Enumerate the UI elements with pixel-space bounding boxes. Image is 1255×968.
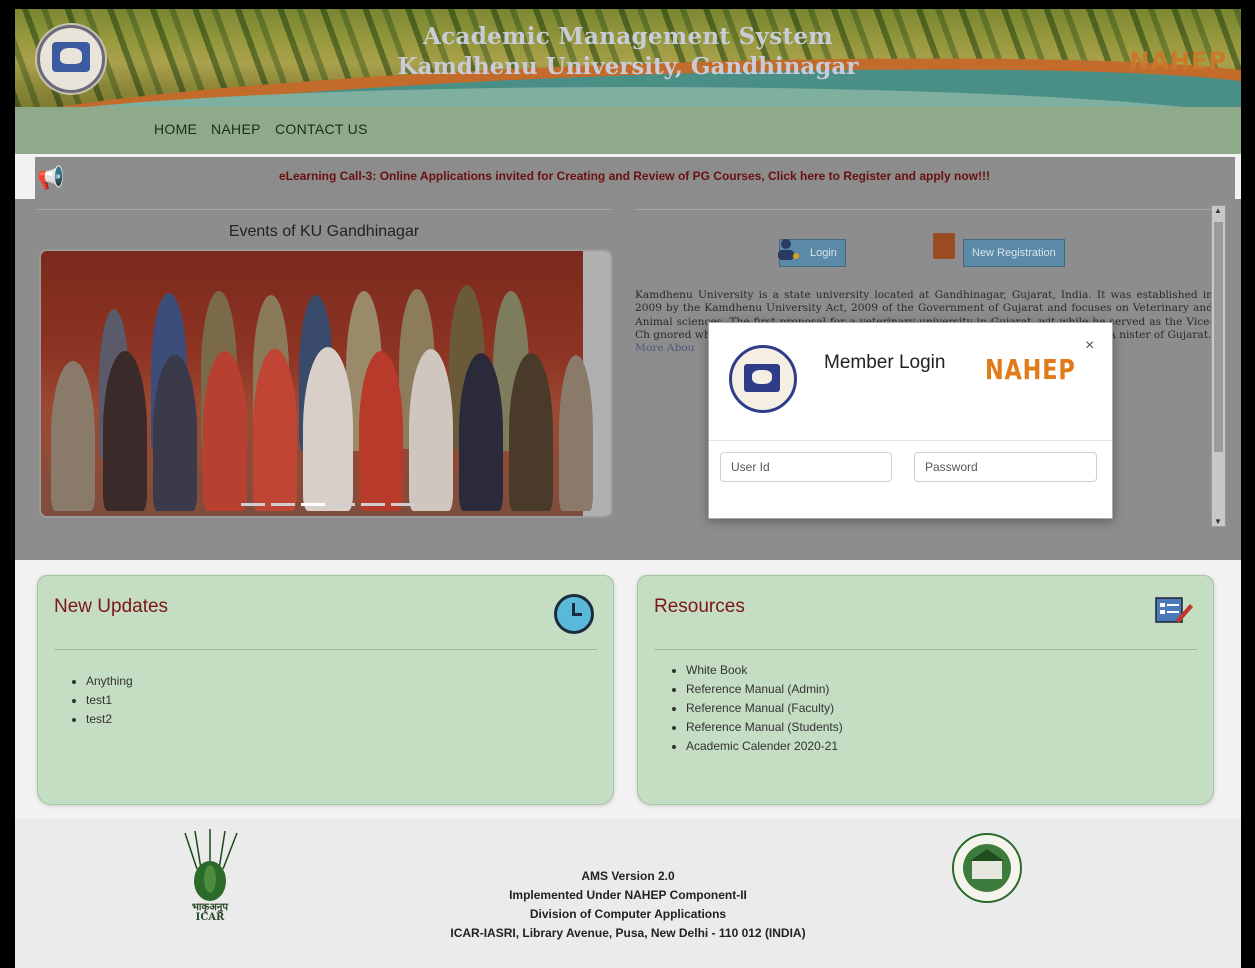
scroll-down-icon[interactable]: ▼ <box>1214 517 1222 526</box>
footer: भाकृअनुप ICAR AMS Version 2.0 Implemente… <box>15 819 1241 968</box>
nav-home[interactable]: HOME <box>154 121 197 137</box>
close-icon[interactable]: × <box>1085 337 1094 355</box>
user-key-icon <box>778 239 799 260</box>
checklist-pencil-icon <box>1155 597 1193 623</box>
page-frame: Academic Management System Kamdhenu Univ… <box>15 9 1241 968</box>
footer-text: AMS Version 2.0 Implemented Under NAHEP … <box>15 867 1241 943</box>
notice-bar: 📢 eLearning Call-3: Online Applications … <box>35 157 1235 199</box>
new-registration-button[interactable]: New Registration <box>963 239 1065 267</box>
app-title: Academic Management System <box>423 23 833 50</box>
resources-card: Resources White Book Reference Manual (A… <box>637 575 1214 805</box>
carousel-indicators[interactable] <box>241 493 421 511</box>
nav-contact-us[interactable]: CONTACT US <box>275 121 368 137</box>
megaphone-icon: 📢 <box>37 165 65 190</box>
member-login-modal: Member Login NAHEP × <box>708 322 1113 519</box>
version-text: AMS Version 2.0 <box>581 869 675 883</box>
main-navbar: HOME NAHEP CONTACT US <box>15 107 1241 154</box>
list-item[interactable]: test1 <box>86 691 133 710</box>
header-banner: Academic Management System Kamdhenu Univ… <box>15 9 1241 107</box>
login-button[interactable]: Login <box>778 239 846 267</box>
university-name: Kamdhenu University, Gandhinagar <box>397 53 859 80</box>
address-text: ICAR-IASRI, Library Avenue, Pusa, New De… <box>450 926 806 940</box>
nahep-logo: NAHEP <box>1129 47 1227 75</box>
list-item[interactable]: Academic Calender 2020-21 <box>686 737 843 756</box>
list-item[interactable]: Anything <box>86 672 133 691</box>
list-item[interactable]: White Book <box>686 661 843 680</box>
list-item[interactable]: Reference Manual (Faculty) <box>686 699 843 718</box>
events-title: Events of KU Gandhinagar <box>228 223 420 240</box>
register-notepad-icon <box>933 233 955 259</box>
content-scrollbar[interactable]: ▲ ▼ <box>1211 205 1226 527</box>
list-item[interactable]: Reference Manual (Students) <box>686 718 843 737</box>
userid-input[interactable] <box>720 452 892 482</box>
nahep-logo: NAHEP <box>985 353 1076 386</box>
events-carousel[interactable] <box>39 249 613 518</box>
resources-title: Resources <box>654 596 745 617</box>
university-logo <box>729 345 797 413</box>
modal-title: Member Login <box>824 352 946 373</box>
new-updates-card: New Updates Anything test1 test2 <box>37 575 614 805</box>
modal-header: Member Login NAHEP × <box>709 323 1112 441</box>
division-text: Division of Computer Applications <box>529 907 727 921</box>
list-item[interactable]: test2 <box>86 710 133 729</box>
nav-nahep[interactable]: NAHEP <box>211 121 261 137</box>
password-input[interactable] <box>914 452 1097 482</box>
iasri-logo <box>952 833 1022 903</box>
alarm-clock-icon <box>554 594 594 634</box>
notice-link[interactable]: eLearning Call-3: Online Applications in… <box>279 169 990 183</box>
updates-list: Anything test1 test2 <box>70 672 133 729</box>
list-item[interactable]: Reference Manual (Admin) <box>686 680 843 699</box>
more-about-link[interactable]: More Abou <box>635 342 695 354</box>
scroll-up-icon[interactable]: ▲ <box>1214 206 1222 215</box>
implementation-text: Implemented Under NAHEP Component-II <box>509 888 747 902</box>
new-updates-title: New Updates <box>54 596 169 617</box>
resources-list: White Book Reference Manual (Admin) Refe… <box>670 661 843 756</box>
